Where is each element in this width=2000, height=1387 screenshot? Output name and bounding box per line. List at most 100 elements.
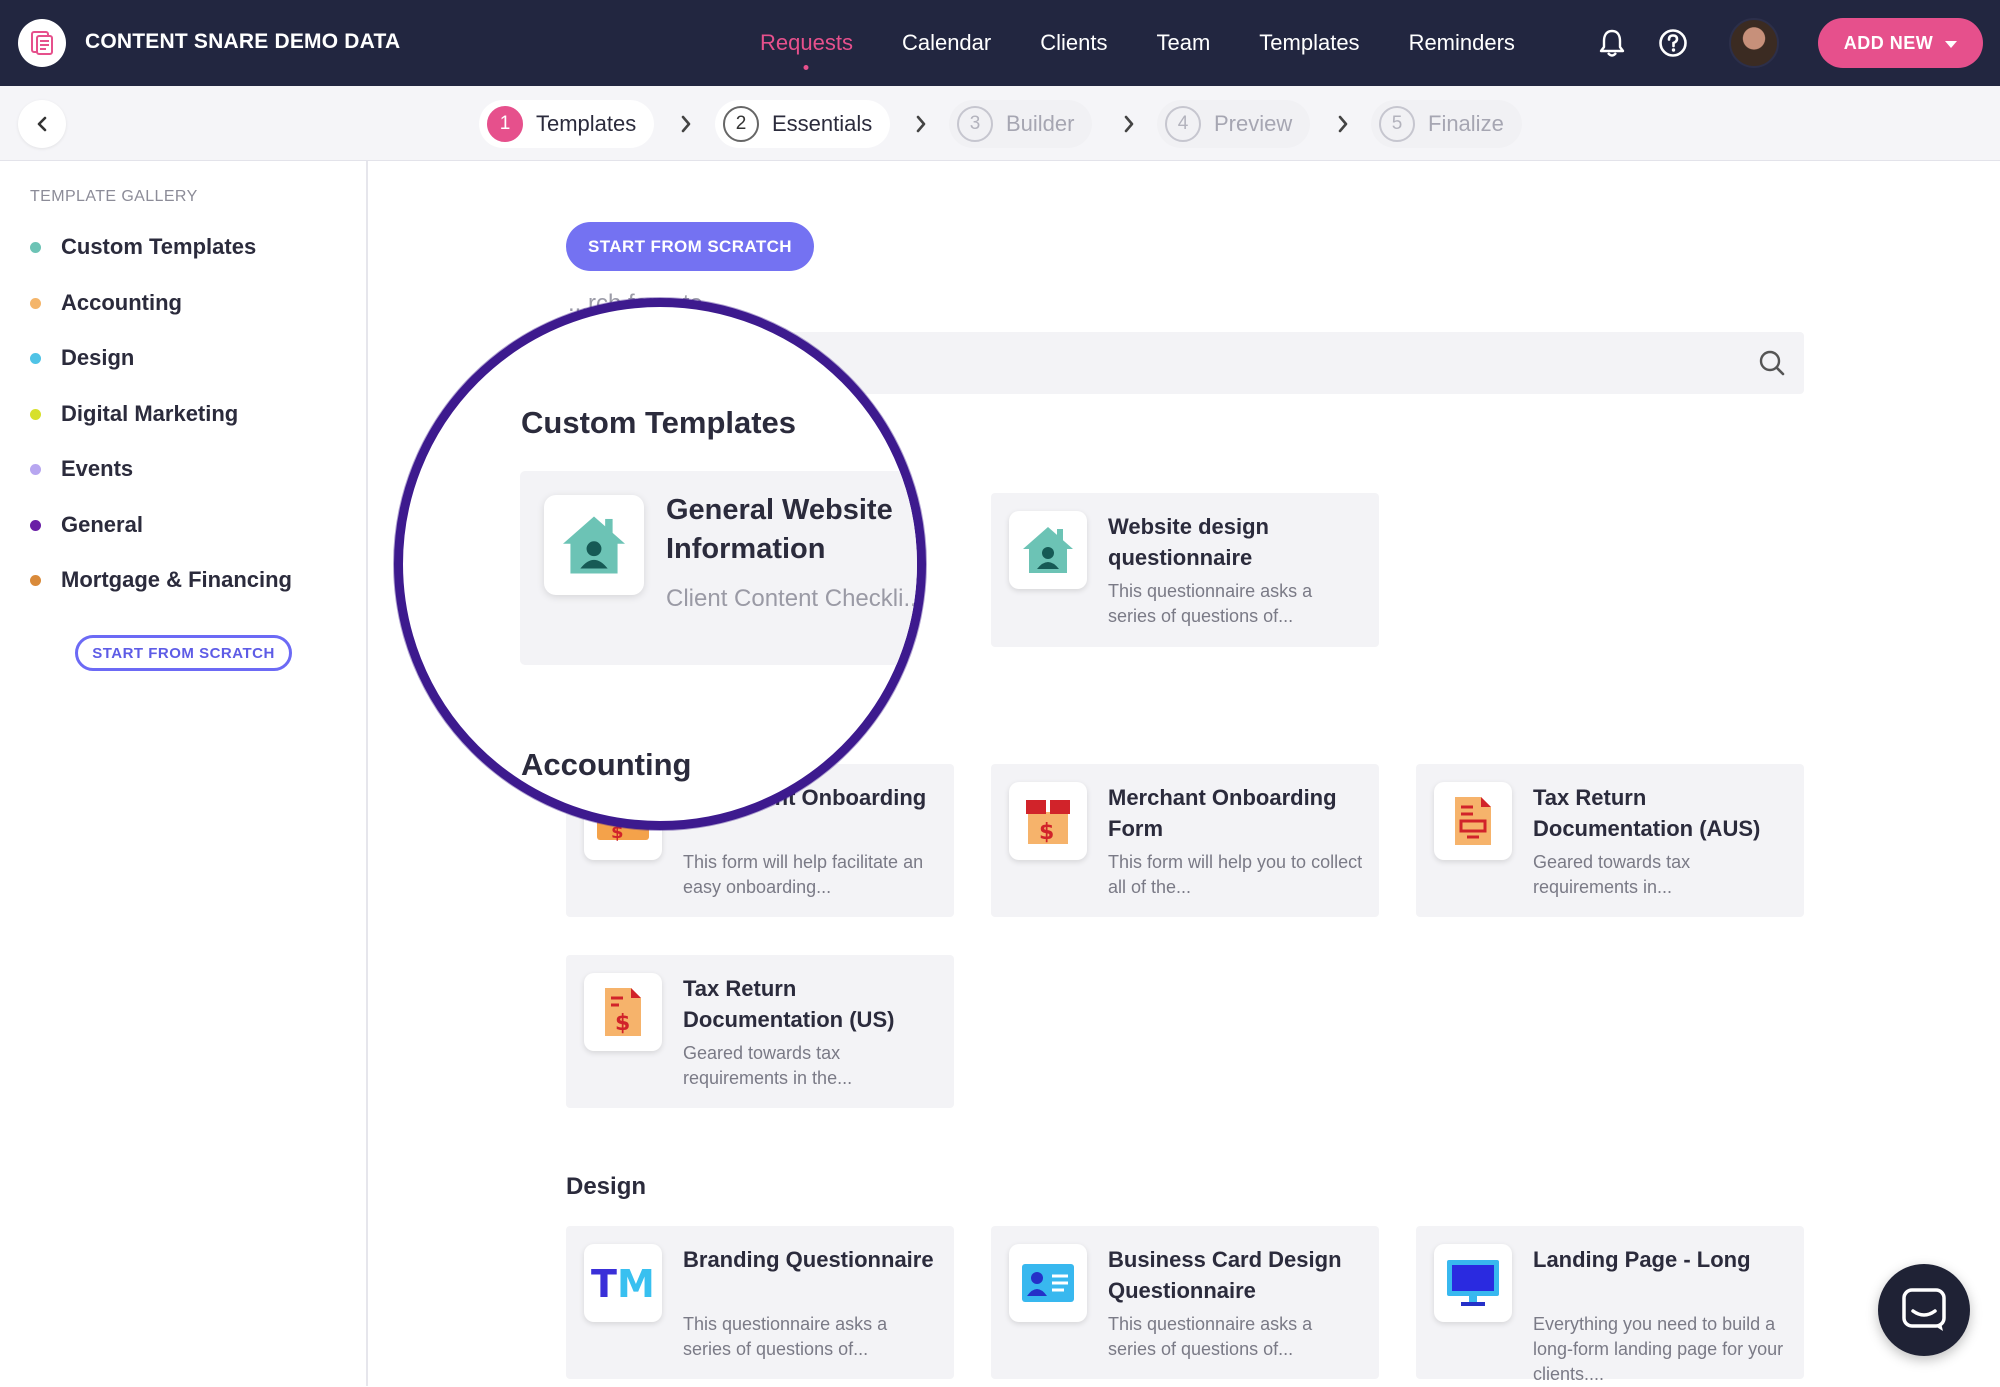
category-dot: [30, 352, 41, 364]
nav-requests[interactable]: Requests: [760, 30, 853, 56]
house-user-icon: [1009, 511, 1087, 589]
user-avatar[interactable]: [1729, 18, 1779, 68]
search-icon[interactable]: [1758, 349, 1786, 382]
monitor-icon: [1434, 1244, 1512, 1322]
step-finalize[interactable]: 5 Finalize: [1371, 100, 1522, 148]
template-card-tax-return-us[interactable]: $ Tax Return Documentation (US) Geared t…: [566, 955, 954, 1108]
card-description: This questionnaire asks a series of ques…: [683, 1314, 888, 1359]
step-label: Finalize: [1428, 111, 1504, 136]
template-card-landing-page-long[interactable]: Landing Page - Long Everything you need …: [1416, 1226, 1804, 1384]
category-dot: [30, 519, 41, 531]
sidebar-item-label: Design: [61, 345, 135, 370]
bell-icon[interactable]: [1596, 27, 1628, 59]
step-label: Preview: [1214, 111, 1293, 136]
card-description: Geared towards tax requirements in...: [1533, 852, 1691, 897]
caret-down-icon: [1945, 33, 1958, 54]
section-title-custom-templates: Custom Templates: [521, 405, 797, 440]
chevron-left-icon: [37, 116, 47, 132]
nav-team[interactable]: Team: [1156, 30, 1210, 56]
nav-clients[interactable]: Clients: [1040, 30, 1107, 56]
template-card-tax-return-aus[interactable]: Tax Return Documentation (AUS) Geared to…: [1416, 764, 1804, 917]
sidebar-item-label: Events: [61, 456, 134, 481]
template-card-website-design[interactable]: Website design questionnaire This questi…: [991, 493, 1379, 647]
svg-text:$: $: [615, 1011, 630, 1036]
card-description: This questionnaire asks a series of ques…: [1108, 1314, 1313, 1359]
card-title: Business Card Design Questionnaire: [1108, 1247, 1342, 1303]
card-title: Landing Page - Long: [1533, 1247, 1751, 1272]
sidebar-item-label: Digital Marketing: [61, 401, 239, 426]
card-title: Website design questionnaire: [1108, 514, 1269, 570]
card-title: Tax Return Documentation (AUS): [1533, 785, 1761, 841]
sidebar-title: TEMPLATE GALLERY: [30, 188, 198, 205]
sidebar-item-label: Mortgage & Financing: [61, 567, 292, 592]
chevron-right-icon: [911, 114, 931, 134]
chat-icon: [1902, 1288, 1946, 1331]
sidebar-item-design[interactable]: Design: [30, 345, 134, 371]
sidebar-item-label: General: [61, 512, 143, 537]
card-title: Branding Questionnaire: [683, 1247, 934, 1272]
card-description: This form will help you to collect all o…: [1108, 852, 1363, 897]
step-number: 2: [723, 106, 759, 142]
house-user-icon: [544, 495, 644, 595]
nav-templates[interactable]: Templates: [1259, 30, 1359, 56]
app-logo[interactable]: [18, 19, 66, 67]
chat-launcher-button[interactable]: [1878, 1264, 1970, 1356]
add-new-button[interactable]: ADD NEW: [1818, 18, 1983, 68]
add-new-label: ADD NEW: [1843, 32, 1934, 53]
step-number: 5: [1379, 106, 1415, 142]
category-dot: [30, 463, 41, 475]
step-label: Templates: [536, 111, 637, 136]
chevron-right-icon: [1119, 114, 1139, 134]
sidebar-item-accounting[interactable]: Accounting: [30, 290, 182, 316]
tm-icon: TM: [584, 1244, 662, 1322]
tax-doc-icon: [1434, 782, 1512, 860]
card-title: Tax Return Documentation (US): [683, 976, 895, 1032]
template-gallery-sidebar: TEMPLATE GALLERY Custom Templates Accoun…: [0, 161, 368, 1386]
category-dot: [30, 297, 41, 309]
card-description: Everything you need to build a long-form…: [1533, 1314, 1784, 1384]
sidebar-item-label: Accounting: [61, 290, 182, 315]
template-card-business-card-design[interactable]: Business Card Design Questionnaire This …: [991, 1226, 1379, 1379]
step-label: Essentials: [772, 111, 873, 136]
zoom-magnifier: Custom Templates General Website Informa…: [394, 298, 926, 830]
template-card-branding-questionnaire[interactable]: TM Branding Questionnaire This questionn…: [566, 1226, 954, 1379]
template-card-merchant-onboarding[interactable]: $ Merchant Onboarding Form This form wil…: [991, 764, 1379, 917]
card-description: This form will help facilitate an easy o…: [683, 852, 924, 897]
card-title: General Website Information: [666, 494, 893, 565]
template-card-general-website-information[interactable]: General Website Information Client Conte…: [520, 471, 917, 665]
start-from-scratch-button[interactable]: START FROM SCRATCH: [566, 222, 814, 271]
step-number: 3: [957, 106, 993, 142]
sidebar-item-custom-templates[interactable]: Custom Templates: [30, 234, 256, 260]
sidebar-item-events[interactable]: Events: [30, 456, 133, 482]
help-icon[interactable]: [1657, 27, 1689, 59]
card-title: Merchant Onboarding Form: [1108, 785, 1337, 841]
category-dot: [30, 241, 41, 253]
main-nav: Requests Calendar Clients Team Templates…: [760, 0, 1564, 86]
svg-text:$: $: [1039, 820, 1054, 845]
category-dot: [30, 574, 41, 586]
id-card-icon: [1009, 1244, 1087, 1322]
top-navbar: CONTENT SNARE DEMO DATA Requests Calenda…: [0, 0, 2000, 86]
step-number: 4: [1165, 106, 1201, 142]
section-title-design: Design: [566, 1173, 647, 1200]
sidebar-item-digital-marketing[interactable]: Digital Marketing: [30, 401, 238, 427]
step-number: 1: [487, 106, 523, 142]
sidebar-item-mortgage-financing[interactable]: Mortgage & Financing: [30, 567, 292, 593]
brand-name: CONTENT SNARE DEMO DATA: [85, 30, 401, 53]
step-templates[interactable]: 1 Templates: [479, 100, 655, 148]
svg-text:T: T: [591, 1263, 617, 1303]
sidebar-start-from-scratch-button[interactable]: START FROM SCRATCH: [75, 635, 292, 671]
nav-reminders[interactable]: Reminders: [1409, 30, 1515, 56]
chevron-right-icon: [1333, 114, 1353, 134]
svg-text:M: M: [617, 1263, 655, 1303]
card-description: Geared towards tax requirements in the..…: [683, 1043, 853, 1088]
chevron-right-icon: [676, 114, 696, 134]
step-builder[interactable]: 3 Builder: [949, 100, 1093, 148]
wizard-stepper: 1 Templates 2 Essentials 3 Builder 4 Pre…: [0, 86, 2000, 161]
nav-calendar[interactable]: Calendar: [902, 30, 991, 56]
step-preview[interactable]: 4 Preview: [1157, 100, 1311, 148]
sidebar-item-general[interactable]: General: [30, 512, 143, 538]
back-button[interactable]: [18, 100, 66, 148]
step-essentials[interactable]: 2 Essentials: [715, 100, 891, 148]
sidebar-item-label: Custom Templates: [61, 234, 257, 259]
